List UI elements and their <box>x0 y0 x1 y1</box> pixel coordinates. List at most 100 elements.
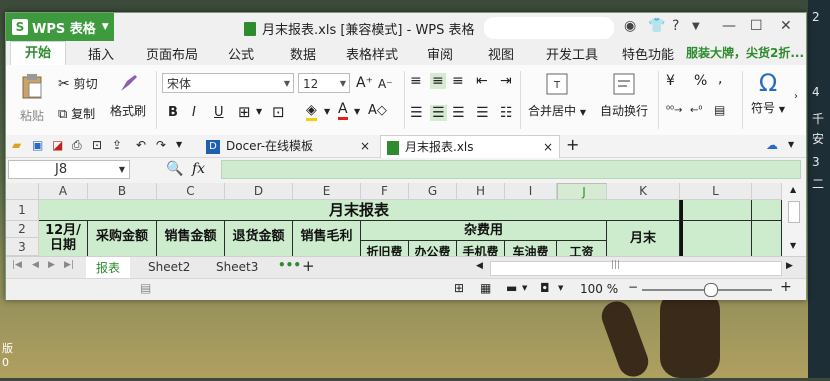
page-break-view-icon[interactable]: ▦ <box>480 281 491 295</box>
shrink-font-icon[interactable]: A⁻ <box>378 77 393 91</box>
row-header[interactable]: 1 <box>6 200 39 221</box>
column-header[interactable]: C <box>157 183 225 200</box>
first-sheet-icon[interactable]: |◀ <box>12 260 22 270</box>
column-header[interactable]: A <box>39 183 88 200</box>
font-color-button[interactable]: A <box>338 101 348 120</box>
distribute-icon[interactable]: ☷ <box>500 105 513 121</box>
tab-features[interactable]: 特色功能 <box>622 44 674 63</box>
paste-button[interactable]: 粘贴 <box>14 73 50 124</box>
tab-table-style[interactable]: 表格样式 <box>346 44 398 63</box>
column-header[interactable]: K <box>607 183 680 200</box>
font-family-select[interactable]: 宋体 ▼ <box>162 73 294 93</box>
zoom-out-icon[interactable]: − <box>628 280 638 294</box>
column-header[interactable]: L <box>680 183 752 200</box>
normal-view-icon[interactable]: ⊞ <box>454 281 464 295</box>
page-layout-view-icon[interactable]: ▬ <box>506 281 517 295</box>
name-box[interactable]: J8 ▼ <box>8 160 130 179</box>
grow-font-icon[interactable]: A⁺ <box>356 75 373 91</box>
sheet-tab-sheet3[interactable]: Sheet3 <box>216 260 258 274</box>
align-top-icon[interactable]: ≡ <box>410 73 422 89</box>
print-icon[interactable]: ⎙ <box>72 138 82 153</box>
merge-center-button[interactable]: T 合并居中 ▼ <box>526 73 588 119</box>
account-area[interactable] <box>484 17 614 39</box>
justify-icon[interactable]: ☰ <box>476 105 489 121</box>
increase-decimal-icon[interactable]: ⁰⁰→ <box>666 105 682 116</box>
chevron-down-icon[interactable]: ▼ <box>790 241 796 250</box>
column-header[interactable] <box>752 183 782 200</box>
open-folder-icon[interactable]: ▰ <box>12 138 21 152</box>
cell[interactable] <box>752 200 782 221</box>
hscroll-left-icon[interactable]: ◀ <box>476 261 483 271</box>
outdent-icon[interactable]: ⇥ <box>500 73 512 89</box>
header-gross-profit[interactable]: 销售毛利 <box>293 221 361 256</box>
chevron-down-icon[interactable]: ▼ <box>558 284 563 292</box>
indent-icon[interactable]: ⇤ <box>476 73 488 89</box>
header-depreciation[interactable]: 折旧费 <box>361 241 409 256</box>
scroll-thumb[interactable] <box>788 201 800 223</box>
maximize-icon[interactable]: ☐ <box>750 18 763 34</box>
close-icon[interactable]: × <box>543 136 553 158</box>
header-phone[interactable]: 手机费 <box>457 241 505 256</box>
header-salary[interactable]: 工资 <box>557 241 607 256</box>
report-title-cell[interactable]: 月末报表 <box>39 200 680 221</box>
prev-sheet-icon[interactable]: ◀ <box>32 260 39 270</box>
save-icon[interactable]: ▣ <box>32 138 43 152</box>
shirt-icon[interactable]: 👕 <box>648 18 665 34</box>
tab-insert[interactable]: 插入 <box>88 44 114 63</box>
align-bottom-icon[interactable]: ≡ <box>452 73 464 89</box>
column-header[interactable]: E <box>293 183 361 200</box>
bold-button[interactable]: B <box>168 105 178 120</box>
print-preview-icon[interactable]: ◪ <box>52 138 63 152</box>
decrease-decimal-icon[interactable]: ←⁰ <box>690 105 702 116</box>
tab-docer[interactable]: D Docer-在线模板 × <box>202 135 376 157</box>
next-sheet-icon[interactable]: ▶ <box>48 260 55 270</box>
app-menu-button[interactable]: S WPS 表格 ▼ <box>6 13 114 41</box>
align-left-icon[interactable]: ☰ <box>410 105 423 121</box>
horizontal-scrollbar[interactable]: ||| <box>490 260 782 276</box>
close-icon[interactable]: ✕ <box>780 18 792 34</box>
currency-icon[interactable]: ¥ <box>666 73 675 89</box>
select-all-corner[interactable] <box>6 183 39 200</box>
last-sheet-icon[interactable]: ▶| <box>64 260 74 270</box>
zoom-in-icon[interactable]: + <box>780 279 792 295</box>
chevron-down-icon[interactable]: ▼ <box>324 107 330 116</box>
tab-formulas[interactable]: 公式 <box>228 44 254 63</box>
sheet-tab-sheet2[interactable]: Sheet2 <box>148 260 190 274</box>
align-right-icon[interactable]: ☰ <box>452 105 465 121</box>
number-format-icon[interactable]: ▤ <box>714 103 725 117</box>
undo-icon[interactable]: ↶ <box>136 138 146 152</box>
header-office[interactable]: 办公费 <box>409 241 457 256</box>
header-date[interactable]: 12月/ 日期 <box>39 221 88 256</box>
align-middle-icon[interactable]: ≡ <box>430 73 446 89</box>
column-header[interactable]: B <box>88 183 157 200</box>
chevron-down-icon[interactable]: ▼ <box>176 140 182 149</box>
zoom-slider-handle[interactable] <box>704 283 718 297</box>
copy-button[interactable]: ⧉ 复制 <box>58 105 95 122</box>
column-header-selected[interactable]: J <box>557 183 607 200</box>
cloud-icon[interactable]: ☁ <box>766 138 778 152</box>
header-purchase[interactable]: 采购金额 <box>88 221 157 256</box>
column-header[interactable]: D <box>225 183 293 200</box>
vertical-scrollbar[interactable]: ▲ ▼ <box>782 183 806 256</box>
add-sheet-icon[interactable]: + <box>302 257 315 275</box>
insert-function-button[interactable]: fx <box>192 161 205 177</box>
tab-page-layout[interactable]: 页面布局 <box>146 44 198 63</box>
cut-button[interactable]: ✂ 剪切 <box>58 75 98 92</box>
formula-input[interactable] <box>221 160 801 179</box>
close-icon[interactable]: × <box>360 135 370 157</box>
cell[interactable] <box>680 221 752 256</box>
export-icon[interactable]: ⇪ <box>112 138 122 152</box>
comma-button[interactable]: , <box>718 71 722 87</box>
chevron-down-icon[interactable]: ▼ <box>788 140 794 149</box>
chevron-down-icon[interactable]: ▼ <box>522 284 527 292</box>
align-center-icon[interactable]: ☰ <box>430 105 447 121</box>
hscroll-right-icon[interactable]: ▶ <box>786 261 793 271</box>
tab-view[interactable]: 视图 <box>488 44 514 63</box>
fill-color-icon[interactable]: ◈ <box>306 102 317 121</box>
column-header[interactable]: G <box>409 183 457 200</box>
borders-icon[interactable]: ⊞ <box>238 103 251 121</box>
cell[interactable] <box>752 221 782 256</box>
header-sales[interactable]: 销售金额 <box>157 221 225 256</box>
percent-button[interactable]: % <box>694 73 707 89</box>
reading-mode-icon[interactable]: ◘ <box>540 281 550 295</box>
